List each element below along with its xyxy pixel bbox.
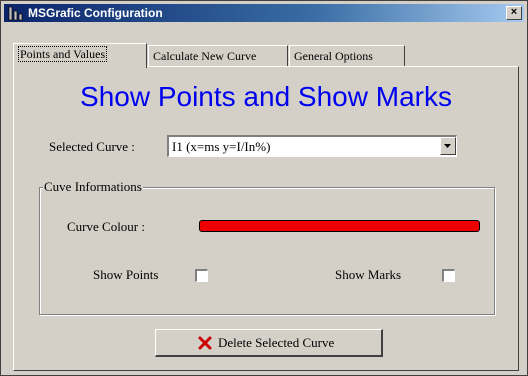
- config-window: MSGrafic Configuration × Points and Valu…: [0, 0, 528, 376]
- delete-button-label: Delete Selected Curve: [218, 335, 335, 350]
- group-title: Cuve Informations: [43, 179, 143, 195]
- red-x-icon: [198, 336, 212, 350]
- dropdown-arrow-button[interactable]: [440, 137, 456, 155]
- window-title: MSGrafic Configuration: [28, 6, 163, 20]
- app-icon: [8, 6, 23, 21]
- selected-curve-dropdown[interactable]: I1 (x=ms y=I/In%): [167, 135, 457, 157]
- show-marks-checkbox[interactable]: [442, 269, 455, 282]
- tab-points-and-values[interactable]: Points and Values: [13, 43, 147, 68]
- delete-curve-button[interactable]: Delete Selected Curve: [155, 329, 383, 357]
- close-button[interactable]: ×: [506, 6, 522, 20]
- show-points-label: Show Points: [93, 267, 159, 282]
- page-heading: Show Points and Show Marks: [80, 81, 452, 112]
- tab-general-options[interactable]: General Options: [289, 45, 405, 66]
- curve-colour-swatch[interactable]: [199, 220, 480, 232]
- tab-label: Calculate New Curve: [153, 49, 257, 63]
- curve-info-group: Cuve Informations Curve Colour : Show Po…: [39, 179, 495, 315]
- tab-label: Points and Values: [18, 46, 108, 62]
- tab-calculate-new-curve[interactable]: Calculate New Curve: [148, 45, 288, 66]
- tab-label: General Options: [294, 49, 373, 63]
- tab-panel: Show Points and Show Marks Selected Curv…: [13, 66, 519, 371]
- curve-colour-label: Curve Colour :: [67, 219, 145, 234]
- selected-curve-value: I1 (x=ms y=I/In%): [172, 139, 271, 154]
- show-marks-label: Show Marks: [335, 267, 402, 282]
- show-points-checkbox[interactable]: [195, 269, 208, 282]
- close-icon: ×: [510, 6, 518, 18]
- chevron-down-icon: [444, 144, 451, 148]
- selected-curve-label: Selected Curve :: [49, 139, 135, 154]
- title-bar[interactable]: MSGrafic Configuration ×: [4, 4, 524, 22]
